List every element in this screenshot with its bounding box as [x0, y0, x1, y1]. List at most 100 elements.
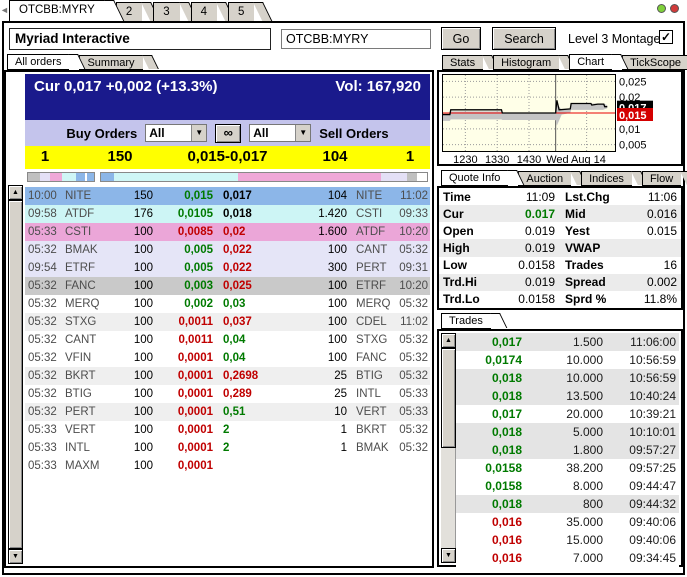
trade-size: 1.500 — [572, 335, 603, 349]
trade-row[interactable]: 0,0158 8.000 09:44:47 — [456, 477, 679, 495]
tab-all-orders[interactable]: All orders — [7, 54, 70, 70]
order-cell-ss: 25 — [334, 370, 347, 382]
order-cell-tm: 05:32 — [28, 334, 57, 346]
trades-scrollbar-thumb[interactable] — [441, 348, 456, 448]
order-cell-ss: 100 — [327, 334, 347, 346]
trade-price: 0,018 — [491, 425, 522, 439]
quote-row: Trd.Hi 0.019 Spread 0.002 — [439, 273, 681, 291]
trade-row[interactable]: 0,016 35.000 09:40:06 — [456, 513, 679, 531]
chevron-down-icon[interactable]: ▼ — [191, 125, 207, 141]
trade-time: 10:56:59 — [629, 353, 676, 367]
sell-filter-dropdown[interactable]: All ▼ — [249, 124, 312, 142]
order-cell-pb: 0,005 — [184, 262, 213, 274]
order-row[interactable]: 10:00 NITE 150 0,015 0,017 104 NITE 11:02 — [25, 187, 430, 205]
order-cell-ss: 10 — [334, 406, 347, 418]
trade-row[interactable]: 0,018 10.000 10:56:59 — [456, 369, 679, 387]
tab-quote-info[interactable]: Quote Info — [441, 170, 509, 186]
tab-chart[interactable]: Chart — [569, 54, 613, 70]
trade-row[interactable]: 0,017 1.500 11:06:00 — [456, 333, 679, 351]
order-row[interactable]: 05:33 MAXM 100 0,0001 — [25, 457, 430, 475]
trade-row[interactable]: 0,018 5.000 10:10:01 — [456, 423, 679, 441]
buy-filter-dropdown[interactable]: All ▼ — [145, 124, 208, 142]
order-cell-ps: 0,04 — [223, 352, 246, 364]
level3-montage-checkbox[interactable]: ✓ — [659, 30, 673, 44]
trade-row[interactable]: 0,018 1.800 09:57:27 — [456, 441, 679, 459]
order-row[interactable]: 05:32 FANC 100 0,003 0,025 100 ETRF 10:20 — [25, 277, 430, 295]
order-cell-sz: 100 — [133, 226, 153, 238]
trade-row[interactable]: 0,018 800 09:44:32 — [456, 495, 679, 513]
order-cell-tm: 05:32 — [28, 280, 57, 292]
order-cell-gap — [213, 331, 221, 349]
trade-size: 10.000 — [566, 371, 603, 385]
quote-label: Low — [443, 258, 467, 273]
trade-row[interactable]: 0,018 13.500 10:40:24 — [456, 387, 679, 405]
tab-scroll-left-icon[interactable]: ◄ — [0, 5, 9, 15]
tab-trades[interactable]: Trades — [441, 313, 491, 329]
tab-summary[interactable]: Summary — [79, 55, 143, 70]
order-cell-tm: 10:00 — [28, 190, 57, 202]
order-cell-ms: ATDF — [356, 226, 386, 238]
order-row[interactable]: 05:32 VFIN 100 0,0001 0,04 100 FANC 05:32 — [25, 349, 430, 367]
order-cell-sz: 100 — [133, 460, 153, 472]
trade-size: 7.000 — [572, 551, 603, 565]
order-row[interactable]: 05:33 VERT 100 0,0001 2 1 BKRT 05:32 — [25, 421, 430, 439]
order-row[interactable]: 05:32 PERT 100 0,0001 0,51 10 VERT 05:33 — [25, 403, 430, 421]
order-row[interactable]: 05:33 CSTI 100 0,0085 0,02 1.600 ATDF 10:20 — [25, 223, 430, 241]
trade-row[interactable]: 0,017 20.000 10:39:21 — [456, 405, 679, 423]
trade-row[interactable]: 0,0174 10.000 10:56:59 — [456, 351, 679, 369]
orders-scrollbar-thumb[interactable] — [8, 200, 23, 549]
buy-depth-bar — [27, 172, 95, 182]
order-cell-tm: 09:54 — [28, 262, 57, 274]
trade-row[interactable]: 0,0158 38.200 09:57:25 — [456, 459, 679, 477]
quote-value: 11.8% — [643, 292, 677, 307]
tab-indices[interactable]: Indices — [581, 171, 632, 186]
order-row[interactable]: 05:33 INTL 100 0,0001 2 1 BMAK 05:32 — [25, 439, 430, 457]
window-tab-3[interactable]: 3 — [153, 2, 180, 22]
scroll-down-icon[interactable]: ▼ — [8, 549, 23, 564]
window-tab-5[interactable]: 5 — [228, 2, 255, 22]
quote-label: Yest — [565, 223, 590, 238]
orders-scrollbar[interactable]: ▲ ▼ — [8, 185, 23, 564]
tab-flow[interactable]: Flow — [641, 171, 682, 186]
minimize-dot-icon[interactable] — [657, 4, 666, 13]
symbol-input[interactable] — [281, 29, 431, 49]
tab-stats[interactable]: Stats — [442, 55, 484, 70]
trade-row[interactable]: 0,016 15.000 09:40:06 — [456, 531, 679, 549]
order-cell-sz: 100 — [133, 442, 153, 454]
scroll-up-icon[interactable]: ▲ — [441, 333, 456, 348]
order-row[interactable]: 05:32 STXG 100 0,0011 0,037 100 CDEL 11:02 — [25, 313, 430, 331]
order-row[interactable]: 05:32 BTIG 100 0,0001 0,289 25 INTL 05:33 — [25, 385, 430, 403]
tab-histogram[interactable]: Histogram — [493, 55, 560, 70]
scroll-up-icon[interactable]: ▲ — [8, 185, 23, 200]
order-cell-mm: STXG — [65, 316, 97, 328]
trade-size: 13.500 — [566, 389, 603, 403]
go-button[interactable]: Go — [441, 27, 481, 50]
chevron-down-icon[interactable]: ▼ — [295, 125, 311, 141]
order-row[interactable]: 05:32 MERQ 100 0,002 0,03 100 MERQ 05:32 — [25, 295, 430, 313]
order-row[interactable]: 09:58 ATDF 176 0,0105 0,018 1.420 CSTI 09:33 — [25, 205, 430, 223]
tab-auction[interactable]: Auction — [518, 171, 572, 186]
tab-tickscope[interactable]: TickScope — [622, 55, 687, 70]
order-cell-mm: VERT — [65, 424, 96, 436]
order-row[interactable]: 05:32 CANT 100 0,0011 0,04 100 STXG 05:32 — [25, 331, 430, 349]
order-cell-ss: 104 — [327, 190, 347, 202]
order-row[interactable]: 09:54 ETRF 100 0,005 0,022 300 PERT 09:31 — [25, 259, 430, 277]
trade-row[interactable]: 0,016 7.000 09:34:45 — [456, 549, 679, 567]
order-cell-ts: 05:33 — [399, 388, 428, 400]
trade-price: 0,0158 — [485, 461, 522, 475]
link-filters-button[interactable]: ∞ — [215, 123, 242, 143]
order-cell-sz: 100 — [133, 352, 153, 364]
scroll-down-icon[interactable]: ▼ — [441, 548, 456, 563]
close-dot-icon[interactable] — [670, 4, 679, 13]
trades-scrollbar[interactable]: ▲ ▼ — [441, 333, 456, 563]
search-button[interactable]: Search — [492, 27, 556, 50]
montage-window: ◄ OTCBB:MYRY2345 Myriad Interactive Go S… — [0, 0, 687, 577]
depth-segment — [237, 173, 382, 181]
order-cell-pb: 0,0105 — [177, 208, 213, 220]
order-row[interactable]: 05:32 BMAK 100 0,005 0,022 100 CANT 05:32 — [25, 241, 430, 259]
orders-panel: Cur 0,017 +0,002 (+13.3%) Vol: 167,920 B… — [4, 70, 434, 568]
order-row[interactable]: 05:32 BKRT 100 0,0001 0,2698 25 BTIG 05:32 — [25, 367, 430, 385]
window-controls — [657, 4, 679, 13]
window-tab-4[interactable]: 4 — [190, 2, 218, 22]
window-tab-otcbb-myry[interactable]: OTCBB:MYRY — [9, 0, 105, 22]
